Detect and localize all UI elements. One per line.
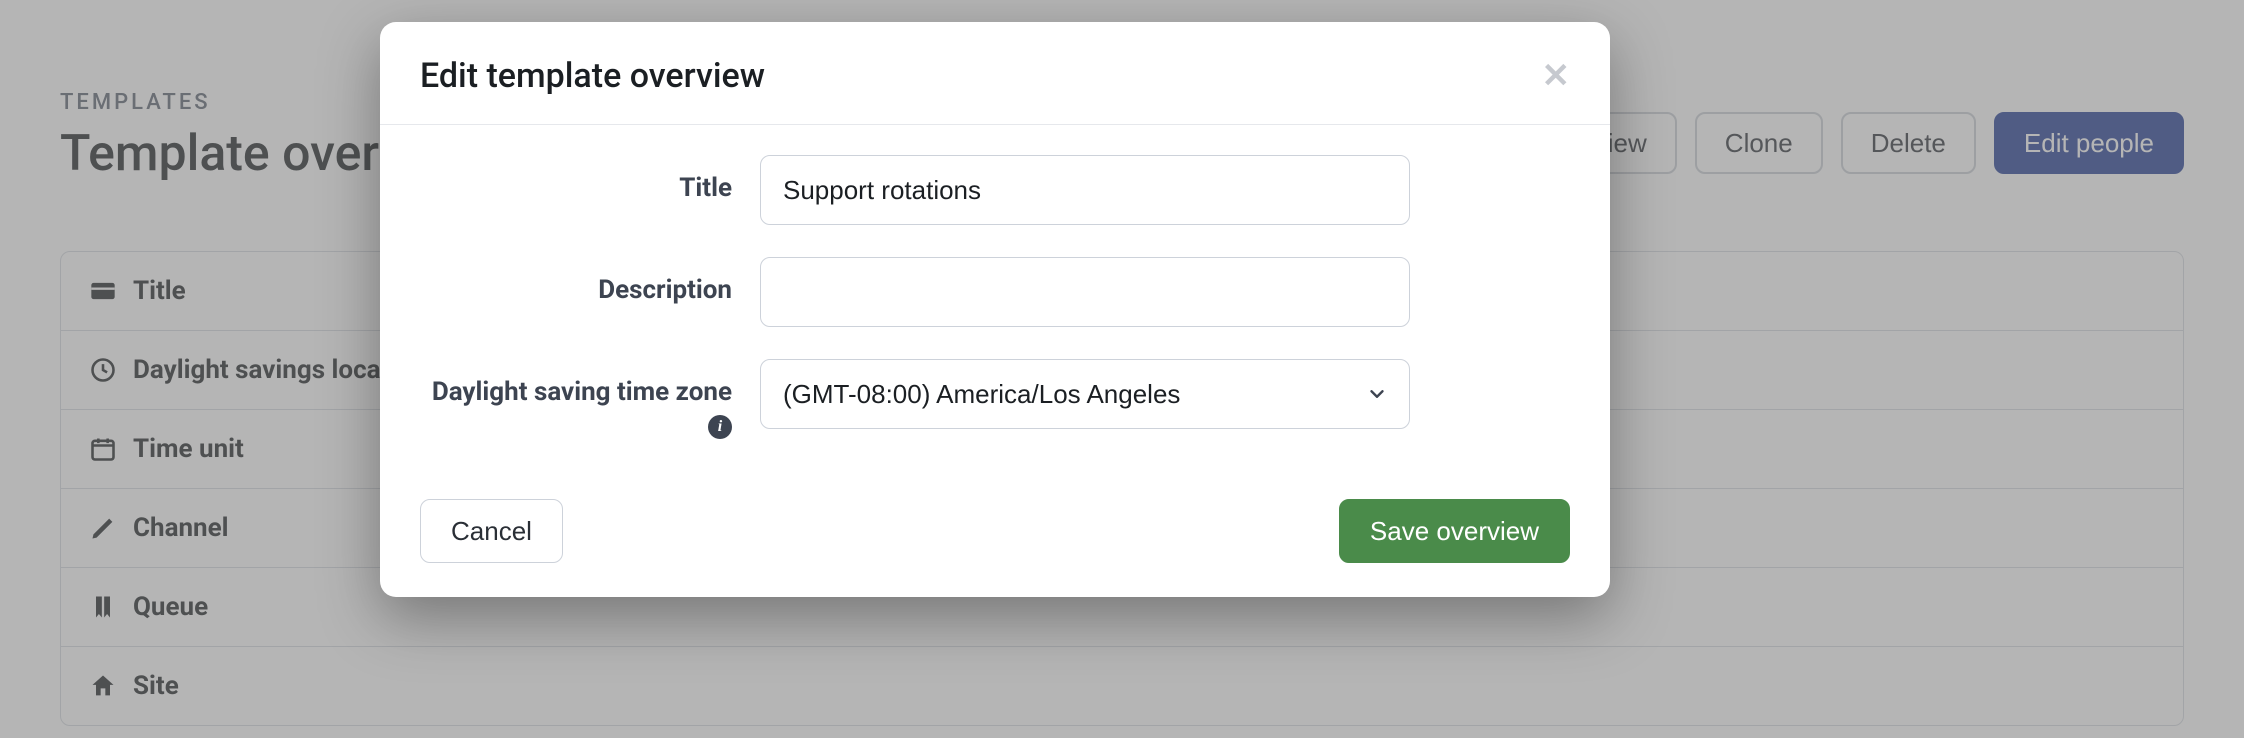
close-icon[interactable]: ✕ xyxy=(1542,59,1571,93)
field-title: Title xyxy=(420,155,1570,225)
modal-body: Title Description Daylight saving time z… xyxy=(380,125,1610,481)
modal-title: Edit template overview xyxy=(420,56,765,96)
description-input[interactable] xyxy=(760,257,1410,327)
modal-footer: Cancel Save overview xyxy=(380,481,1610,597)
save-overview-button[interactable]: Save overview xyxy=(1339,499,1570,563)
modal-header: Edit template overview ✕ xyxy=(380,22,1610,125)
label-title: Title xyxy=(420,155,760,203)
label-timezone: Daylight saving time zone i xyxy=(420,359,760,439)
label-description: Description xyxy=(420,257,760,305)
field-description: Description xyxy=(420,257,1570,327)
title-input[interactable] xyxy=(760,155,1410,225)
label-timezone-text: Daylight saving time zone xyxy=(432,377,732,407)
field-timezone: Daylight saving time zone i xyxy=(420,359,1570,439)
cancel-button[interactable]: Cancel xyxy=(420,499,563,563)
info-icon[interactable]: i xyxy=(708,415,732,439)
edit-template-modal: Edit template overview ✕ Title Descripti… xyxy=(380,22,1610,597)
timezone-select[interactable] xyxy=(760,359,1410,429)
